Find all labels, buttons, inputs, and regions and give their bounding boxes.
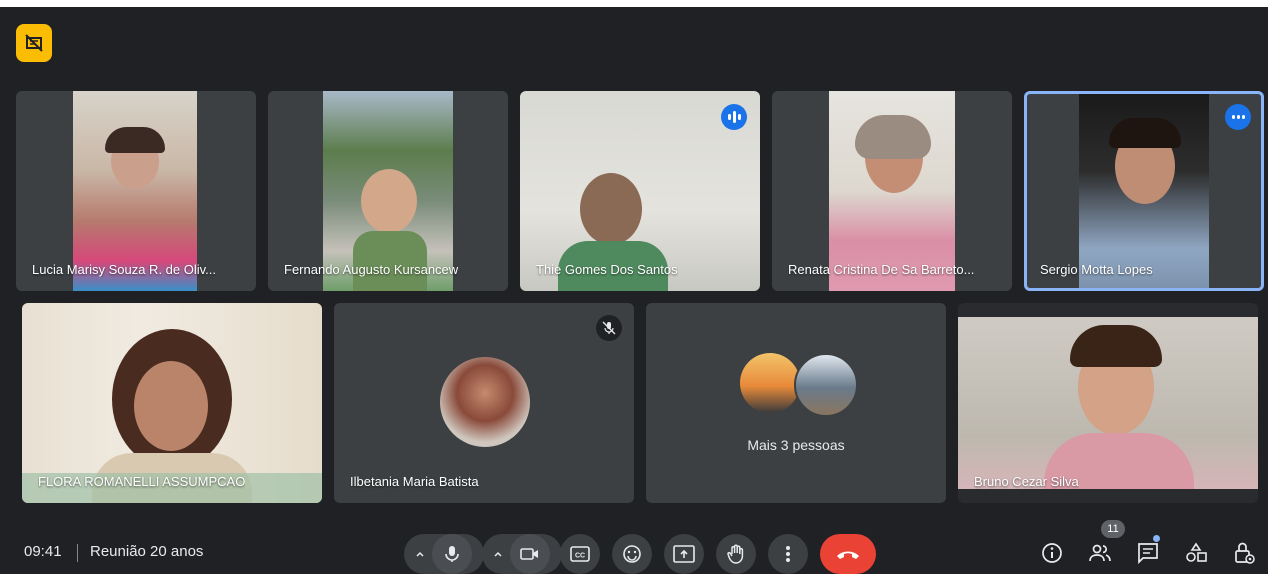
window-top-border: [0, 0, 1268, 7]
captions-button[interactable]: CC: [560, 534, 600, 574]
info-icon: [1042, 543, 1062, 563]
participant-video: [1079, 94, 1209, 288]
camera-control[interactable]: [482, 534, 562, 574]
participant-name: Bruno Cezar Silva: [974, 474, 1079, 489]
chat-icon: [1138, 543, 1158, 564]
participant-video: [73, 91, 197, 291]
divider: [77, 544, 78, 562]
more-options-button[interactable]: [768, 534, 808, 574]
people-count-badge: 11: [1101, 520, 1125, 538]
participant-name: Renata Cristina De Sa Barreto...: [788, 262, 975, 277]
participant-name: Fernando Augusto Kursancew: [284, 262, 459, 277]
participant-tile[interactable]: Lucia Marisy Souza R. de Oliv...: [16, 91, 256, 291]
emoji-button[interactable]: [612, 534, 652, 574]
people-button[interactable]: [1087, 540, 1113, 566]
more-options-icon: [786, 546, 790, 562]
camera-button[interactable]: [510, 534, 550, 574]
speaking-indicator-icon: [1225, 104, 1251, 130]
raise-hand-icon: [727, 544, 744, 564]
host-controls-icon: [1235, 542, 1255, 564]
mic-off-icon: [596, 315, 622, 341]
participant-tile[interactable]: FLORA ROMANELLI ASSUMPCAO: [22, 303, 322, 503]
people-icon: [1089, 544, 1111, 562]
present-screen-icon: [673, 545, 695, 563]
chat-button[interactable]: [1135, 540, 1161, 566]
microphone-icon: [445, 546, 459, 562]
participant-video: [323, 91, 453, 291]
participant-name: Thie Gomes Dos Santos: [536, 262, 678, 277]
participant-tile[interactable]: Thie Gomes Dos Santos: [520, 91, 760, 291]
speaking-indicator-icon: [721, 104, 747, 130]
participant-avatar: [740, 353, 800, 413]
raise-hand-button[interactable]: [716, 534, 756, 574]
participant-name: FLORA ROMANELLI ASSUMPCAO: [38, 474, 246, 489]
activities-icon: [1186, 542, 1207, 562]
meeting-title: Reunião 20 anos: [90, 543, 204, 560]
more-participants-tile[interactable]: Mais 3 pessoas: [646, 303, 946, 503]
recording-badge[interactable]: [16, 24, 52, 62]
host-controls-button[interactable]: [1231, 540, 1257, 566]
activities-button[interactable]: [1183, 540, 1209, 566]
end-call-button[interactable]: [820, 534, 876, 574]
end-call-icon: [837, 551, 859, 559]
participant-name: Ilbetania Maria Batista: [350, 474, 479, 489]
participant-name: Lucia Marisy Souza R. de Oliv...: [32, 262, 216, 277]
participant-tile-selected[interactable]: Sergio Motta Lopes: [1024, 91, 1264, 291]
microphone-button[interactable]: [432, 534, 472, 574]
participant-name: Sergio Motta Lopes: [1040, 262, 1153, 277]
participant-tile[interactable]: Ilbetania Maria Batista: [334, 303, 634, 503]
closed-captions-icon: CC: [570, 546, 590, 562]
recording-off-icon: [25, 34, 43, 52]
more-participants-label: Mais 3 pessoas: [747, 437, 845, 453]
camera-icon: [520, 548, 538, 560]
emoji-icon: [623, 545, 641, 563]
svg-text:CC: CC: [575, 553, 585, 560]
participant-avatar: [440, 357, 530, 447]
mic-control[interactable]: [404, 534, 484, 574]
participant-video: [580, 173, 642, 245]
participant-video: [829, 91, 955, 291]
participant-tile[interactable]: Fernando Augusto Kursancew: [268, 91, 508, 291]
meeting-details-button[interactable]: [1039, 540, 1065, 566]
present-button[interactable]: [664, 534, 704, 574]
clock: 09:41: [24, 543, 62, 560]
participant-tile[interactable]: Renata Cristina De Sa Barreto...: [772, 91, 1012, 291]
participant-tile[interactable]: Bruno Cezar Silva: [958, 303, 1258, 503]
participant-avatar: [794, 353, 858, 417]
